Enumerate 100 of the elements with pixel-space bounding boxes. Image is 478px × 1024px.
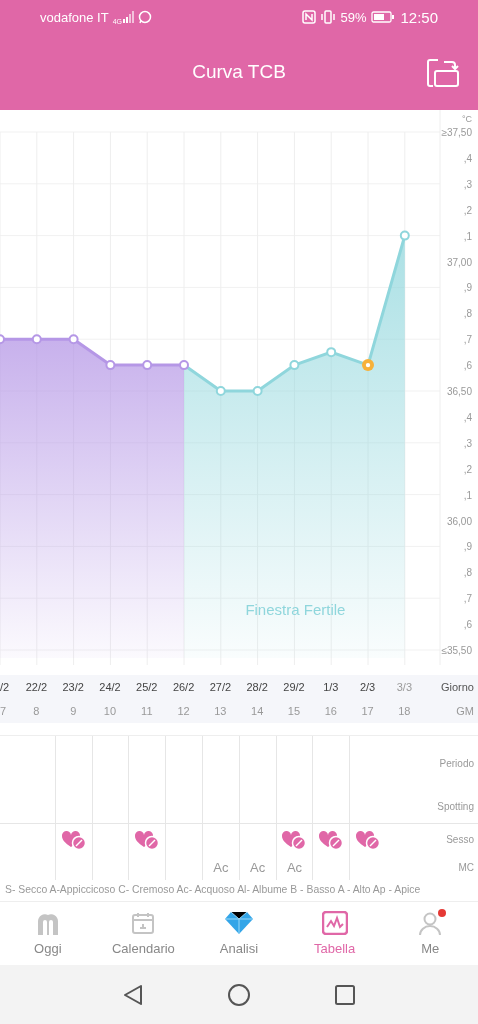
cycle-day-label: 16 — [323, 705, 338, 717]
date-label: 26/2 — [171, 681, 196, 693]
sex-cell[interactable] — [275, 823, 313, 855]
axis-label: 36,00 — [446, 515, 472, 527]
axis-label: 37,00 — [446, 256, 472, 268]
axis-label: ,1 — [463, 230, 472, 242]
vibrate-icon — [321, 10, 336, 24]
nfc-icon — [302, 10, 317, 24]
row-label: MC — [458, 862, 474, 873]
row-label: Giorno — [439, 681, 475, 693]
data-point[interactable] — [179, 360, 189, 371]
battery-icon — [371, 11, 396, 23]
heart-condom-icon — [60, 829, 87, 850]
axis-label: ,8 — [463, 567, 472, 579]
heart-condom-icon — [281, 829, 308, 850]
date-label: 2/3 — [358, 681, 377, 693]
cycle-day-label: 13 — [213, 705, 228, 717]
axis-label: ,2 — [463, 204, 472, 216]
sex-cell[interactable] — [238, 823, 276, 855]
nav-tab[interactable]: Me — [382, 902, 478, 965]
date-label: 22/2 — [24, 681, 49, 693]
date-label: 3/3 — [395, 681, 413, 693]
date-label: /2 — [0, 681, 11, 693]
axis-label: ,4 — [463, 411, 472, 423]
cycle-day-label: 14 — [250, 705, 265, 717]
sex-cell[interactable] — [91, 823, 129, 855]
data-point[interactable] — [0, 334, 5, 345]
chart-icon — [321, 911, 348, 935]
date-label: 25/2 — [135, 681, 159, 693]
data-point[interactable] — [215, 386, 226, 396]
mucus-label: Ac — [250, 860, 266, 875]
mucus-label: Ac — [213, 860, 229, 875]
back-icon[interactable] — [121, 983, 144, 1006]
cycle-day-label: 9 — [69, 705, 78, 717]
recent-apps-icon[interactable] — [334, 983, 357, 1006]
date-label: 28/2 — [245, 681, 269, 693]
axis-label: ,3 — [463, 178, 472, 190]
sex-cell[interactable] — [54, 823, 92, 855]
clock-time: 12:50 — [400, 8, 438, 26]
axis-label: ,9 — [463, 282, 472, 294]
carrier-name: vodafone IT — [40, 9, 109, 25]
date-label: 1/3 — [322, 681, 340, 693]
axis-label: ,9 — [463, 541, 472, 553]
home-icon[interactable] — [227, 982, 251, 1007]
nav-tab[interactable]: Calendario — [95, 902, 192, 965]
cycle-day-label: 15 — [286, 705, 302, 717]
axis-label: ,3 — [463, 437, 472, 449]
axis-label: ,8 — [463, 308, 472, 320]
mucus-legend: S- Secco A-Appiccicoso C- Cremoso Ac- Acquoso Al- Albume B - Basso A - Alto Ap - Apice — [5, 884, 421, 895]
nav-tab[interactable]: Oggi — [0, 902, 96, 965]
sex-cell[interactable] — [128, 823, 166, 855]
chat-icon — [138, 10, 152, 24]
axis-label: ,4 — [463, 152, 472, 164]
screen-title: Curva TCB — [192, 61, 286, 82]
data-point[interactable] — [31, 334, 42, 345]
data-point[interactable] — [252, 386, 263, 396]
axis-label: ,1 — [463, 489, 472, 501]
axis-label: ≥37,50 — [441, 127, 472, 138]
row-label: Periodo — [439, 757, 474, 769]
person-icon — [418, 911, 443, 935]
axis-label: ,6 — [463, 360, 472, 372]
calendar-icon — [131, 911, 156, 935]
data-point[interactable] — [289, 360, 300, 371]
nav-tab[interactable]: Analisi — [191, 902, 287, 965]
date-label: 29/2 — [282, 681, 306, 693]
cycle-day-label: 7 — [0, 705, 8, 717]
heart-condom-icon — [318, 829, 345, 850]
signal-icon — [123, 11, 134, 23]
fertile-window-label: Finestra Fertile — [245, 601, 346, 618]
row-label: Spotting — [437, 801, 474, 812]
battery-percent: 59% — [340, 9, 367, 25]
sex-cell[interactable] — [202, 823, 239, 855]
axis-label: 36,50 — [446, 386, 472, 397]
cycle-day-label: 18 — [397, 705, 412, 717]
axis-label: ,7 — [463, 334, 472, 346]
data-point[interactable] — [68, 334, 79, 345]
data-point[interactable] — [326, 347, 337, 358]
date-label: 23/2 — [61, 681, 85, 693]
row-label: Sesso — [446, 834, 474, 845]
diamond-icon — [224, 911, 254, 935]
mucus-label: Ac — [286, 860, 303, 875]
heart-condom-icon — [134, 829, 161, 850]
axis-label: ,2 — [463, 463, 472, 475]
data-point[interactable] — [142, 360, 153, 371]
cycle-day-label: 11 — [140, 705, 154, 717]
cycle-day-label: 17 — [360, 705, 375, 717]
rotate-screen-icon[interactable] — [426, 58, 460, 88]
row-label: GM — [455, 705, 475, 717]
axis-label: ,6 — [463, 619, 472, 631]
sex-cell[interactable] — [165, 823, 202, 855]
cycle-day-label: 8 — [32, 705, 41, 717]
nav-tab[interactable]: Tabella — [286, 902, 383, 965]
cycle-day-label: 10 — [102, 705, 118, 717]
sex-cell[interactable] — [349, 823, 386, 855]
sex-cell[interactable] — [312, 823, 350, 855]
cycle-day-label: 12 — [176, 705, 191, 717]
axis-label: ,7 — [463, 593, 472, 605]
data-point[interactable] — [399, 230, 410, 241]
data-point[interactable] — [105, 360, 116, 371]
date-label: 24/2 — [98, 681, 122, 693]
